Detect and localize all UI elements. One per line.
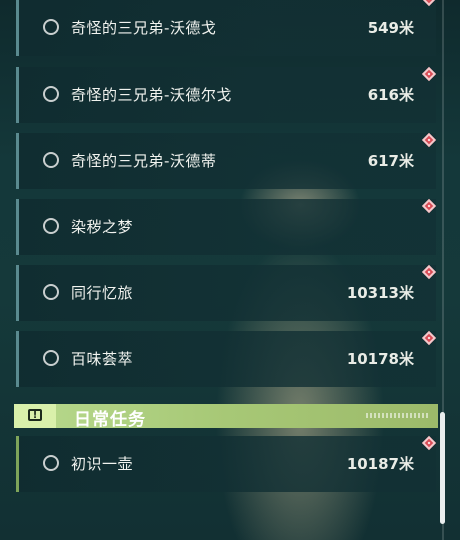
quest-status-circle-icon	[43, 455, 59, 471]
quest-item[interactable]: 初识一壶 10187米	[16, 435, 437, 492]
quest-status-circle-icon	[43, 284, 59, 300]
quest-name: 同行忆旅	[71, 284, 134, 302]
quest-distance: 10178米	[346, 350, 414, 368]
quest-item[interactable]: 同行忆旅 10313米	[16, 264, 437, 321]
quest-item[interactable]: 奇怪的三兄弟-沃德戈 549米	[16, 0, 437, 56]
quest-name: 百味荟萃	[71, 350, 134, 368]
quest-name: 奇怪的三兄弟-沃德戈	[71, 19, 217, 37]
quest-marker-icon	[421, 66, 437, 82]
scrollbar-thumb[interactable]	[440, 412, 445, 524]
quest-name: 奇怪的三兄弟-沃德蒂	[71, 152, 217, 170]
quest-distance: 549米	[367, 19, 414, 37]
daily-quest-section-header: ! 日常任务	[14, 404, 438, 430]
quest-item[interactable]: 奇怪的三兄弟-沃德尔戈 616米	[16, 66, 437, 123]
quest-distance: 617米	[367, 152, 414, 170]
quest-distance: 10187米	[346, 455, 414, 473]
section-decoration	[366, 413, 430, 418]
quest-distance: 10313米	[346, 284, 414, 302]
quest-name: 初识一壶	[71, 455, 134, 473]
quest-marker-icon	[421, 330, 437, 346]
quest-marker-icon	[421, 264, 437, 280]
quest-status-circle-icon	[43, 19, 59, 35]
quest-marker-icon	[421, 435, 437, 451]
quest-marker-icon	[421, 132, 437, 148]
quest-status-circle-icon	[43, 152, 59, 168]
quest-item[interactable]: 百味荟萃 10178米	[16, 330, 437, 387]
exclamation-box-icon: !	[28, 409, 42, 421]
quest-status-circle-icon	[43, 350, 59, 366]
quest-marker-icon	[421, 198, 437, 214]
quest-distance: 616米	[367, 86, 414, 104]
section-title: 日常任务	[74, 410, 146, 430]
quest-marker-icon	[421, 0, 437, 7]
quest-name: 奇怪的三兄弟-沃德尔戈	[71, 86, 232, 104]
quest-item[interactable]: 染秽之梦	[16, 198, 437, 255]
section-icon-background: !	[14, 404, 56, 428]
quest-item[interactable]: 奇怪的三兄弟-沃德蒂 617米	[16, 132, 437, 189]
quest-status-circle-icon	[43, 218, 59, 234]
quest-name: 染秽之梦	[71, 218, 134, 236]
quest-status-circle-icon	[43, 86, 59, 102]
